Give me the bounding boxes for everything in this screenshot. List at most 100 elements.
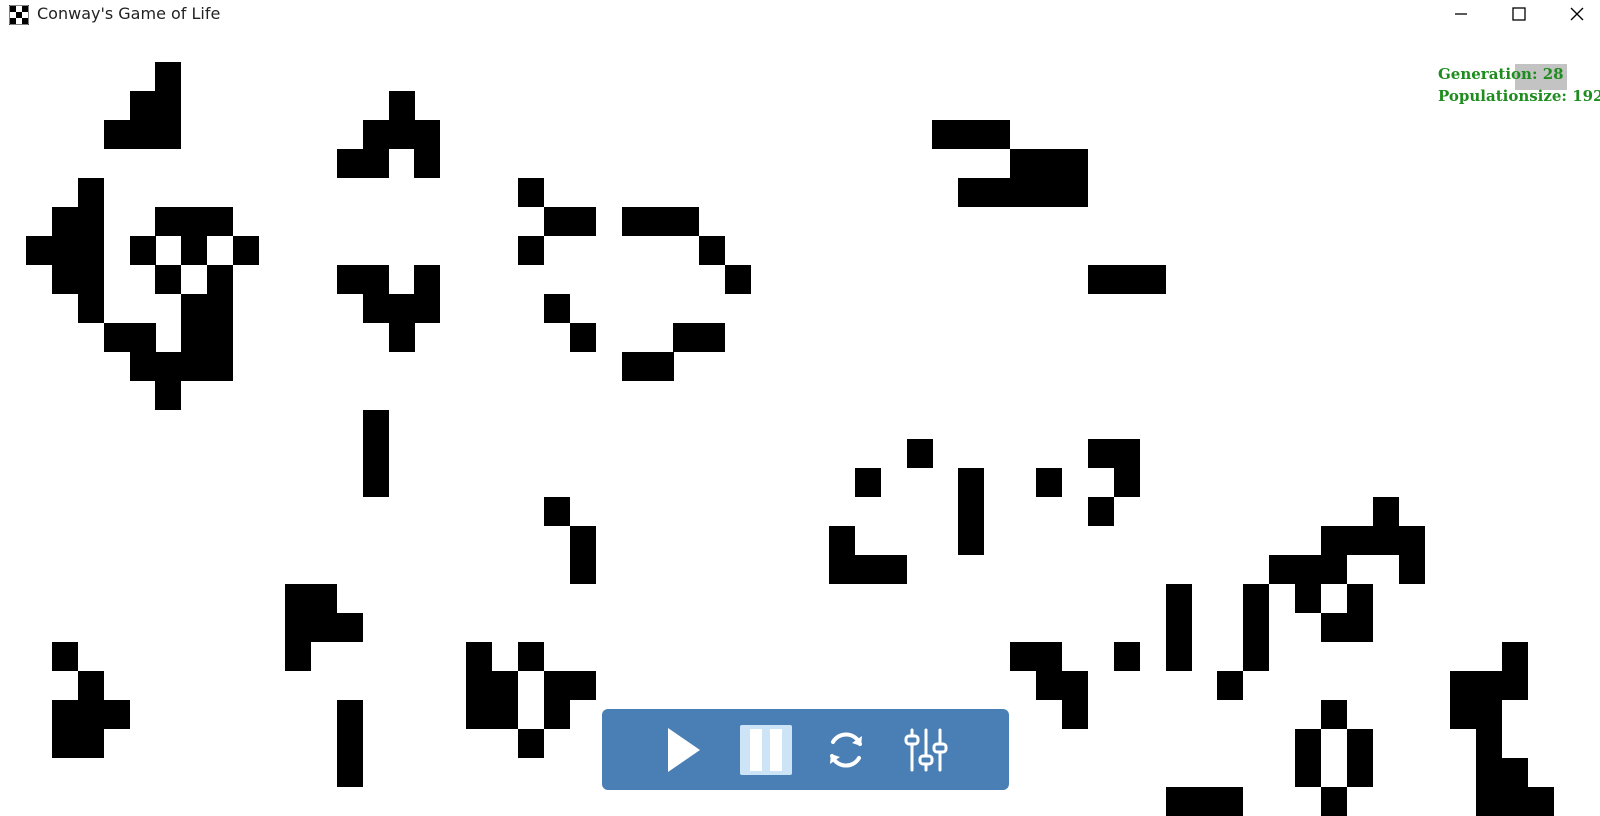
live-cell[interactable] (1320, 613, 1347, 642)
live-cell[interactable] (518, 642, 544, 671)
live-cell[interactable] (1113, 439, 1140, 468)
live-cell[interactable] (1398, 555, 1425, 584)
live-cell[interactable] (414, 120, 441, 149)
live-cell[interactable] (207, 323, 234, 352)
live-cell[interactable] (1191, 787, 1218, 816)
live-cell[interactable] (1476, 758, 1503, 787)
live-cell[interactable] (207, 207, 234, 236)
live-cell[interactable] (77, 207, 104, 236)
live-cell[interactable] (336, 265, 363, 294)
live-cell[interactable] (569, 323, 596, 352)
live-cell[interactable] (51, 236, 78, 265)
live-cell[interactable] (1320, 526, 1347, 555)
live-cell[interactable] (1061, 671, 1088, 700)
live-cell[interactable] (77, 729, 104, 758)
live-cell[interactable] (1320, 787, 1347, 816)
live-cell[interactable] (880, 555, 907, 584)
live-cell[interactable] (77, 265, 104, 294)
live-cell[interactable] (492, 671, 519, 700)
live-cell[interactable] (155, 91, 182, 120)
life-grid[interactable] (0, 0, 1600, 816)
live-cell[interactable] (569, 526, 596, 555)
live-cell[interactable] (336, 700, 363, 729)
live-cell[interactable] (569, 555, 596, 584)
live-cell[interactable] (984, 178, 1011, 207)
live-cell[interactable] (958, 468, 985, 497)
live-cell[interactable] (1165, 584, 1192, 613)
live-cell[interactable] (621, 352, 648, 381)
live-cell[interactable] (103, 120, 130, 149)
live-cell[interactable] (1450, 671, 1477, 700)
live-cell[interactable] (1476, 671, 1503, 700)
live-cell[interactable] (1061, 700, 1088, 729)
live-cell[interactable] (77, 236, 104, 265)
live-cell[interactable] (958, 120, 985, 149)
live-cell[interactable] (466, 700, 493, 729)
live-cell[interactable] (1295, 758, 1321, 787)
live-cell[interactable] (362, 265, 389, 294)
live-cell[interactable] (1010, 178, 1037, 207)
live-cell[interactable] (1087, 265, 1114, 294)
live-cell[interactable] (647, 207, 674, 236)
live-cell[interactable] (233, 236, 260, 265)
live-cell[interactable] (414, 294, 441, 323)
live-cell[interactable] (906, 439, 933, 468)
live-cell[interactable] (1346, 526, 1373, 555)
live-cell[interactable] (543, 294, 570, 323)
live-cell[interactable] (77, 294, 104, 323)
live-cell[interactable] (336, 149, 363, 178)
live-cell[interactable] (854, 468, 881, 497)
live-cell[interactable] (284, 642, 311, 671)
live-cell[interactable] (310, 584, 337, 613)
live-cell[interactable] (1243, 642, 1270, 671)
live-cell[interactable] (932, 120, 959, 149)
live-cell[interactable] (362, 410, 389, 439)
live-cell[interactable] (958, 526, 985, 555)
live-cell[interactable] (828, 526, 855, 555)
live-cell[interactable] (1165, 642, 1192, 671)
live-cell[interactable] (362, 439, 389, 468)
live-cell[interactable] (51, 265, 78, 294)
live-cell[interactable] (1087, 439, 1114, 468)
live-cell[interactable] (1243, 584, 1270, 613)
live-cell[interactable] (155, 381, 182, 410)
live-cell[interactable] (1217, 671, 1244, 700)
live-cell[interactable] (129, 352, 156, 381)
live-cell[interactable] (1087, 497, 1114, 526)
live-cell[interactable] (207, 265, 234, 294)
live-cell[interactable] (181, 352, 208, 381)
live-cell[interactable] (77, 671, 104, 700)
live-cell[interactable] (1036, 178, 1062, 207)
live-cell[interactable] (518, 729, 544, 758)
live-cell[interactable] (129, 91, 156, 120)
live-cell[interactable] (1036, 671, 1062, 700)
live-cell[interactable] (414, 265, 441, 294)
maximize-button[interactable] (1496, 0, 1542, 28)
live-cell[interactable] (103, 323, 130, 352)
live-cell[interactable] (621, 207, 648, 236)
live-cell[interactable] (51, 700, 78, 729)
live-cell[interactable] (1295, 555, 1321, 584)
live-cell[interactable] (362, 120, 389, 149)
live-cell[interactable] (1320, 700, 1347, 729)
live-cell[interactable] (284, 584, 311, 613)
live-cell[interactable] (1113, 642, 1140, 671)
live-cell[interactable] (1295, 584, 1321, 613)
live-cell[interactable] (129, 120, 156, 149)
live-cell[interactable] (77, 178, 104, 207)
live-cell[interactable] (673, 207, 700, 236)
minimize-button[interactable] (1438, 0, 1484, 28)
live-cell[interactable] (388, 91, 415, 120)
live-cell[interactable] (1036, 642, 1062, 671)
live-cell[interactable] (699, 323, 726, 352)
live-cell[interactable] (336, 729, 363, 758)
live-cell[interactable] (1165, 787, 1192, 816)
live-cell[interactable] (543, 497, 570, 526)
live-cell[interactable] (492, 700, 519, 729)
live-cell[interactable] (51, 207, 78, 236)
live-cell[interactable] (1346, 613, 1373, 642)
live-cell[interactable] (77, 700, 104, 729)
live-cell[interactable] (155, 265, 182, 294)
live-cell[interactable] (51, 642, 78, 671)
live-cell[interactable] (1269, 555, 1296, 584)
